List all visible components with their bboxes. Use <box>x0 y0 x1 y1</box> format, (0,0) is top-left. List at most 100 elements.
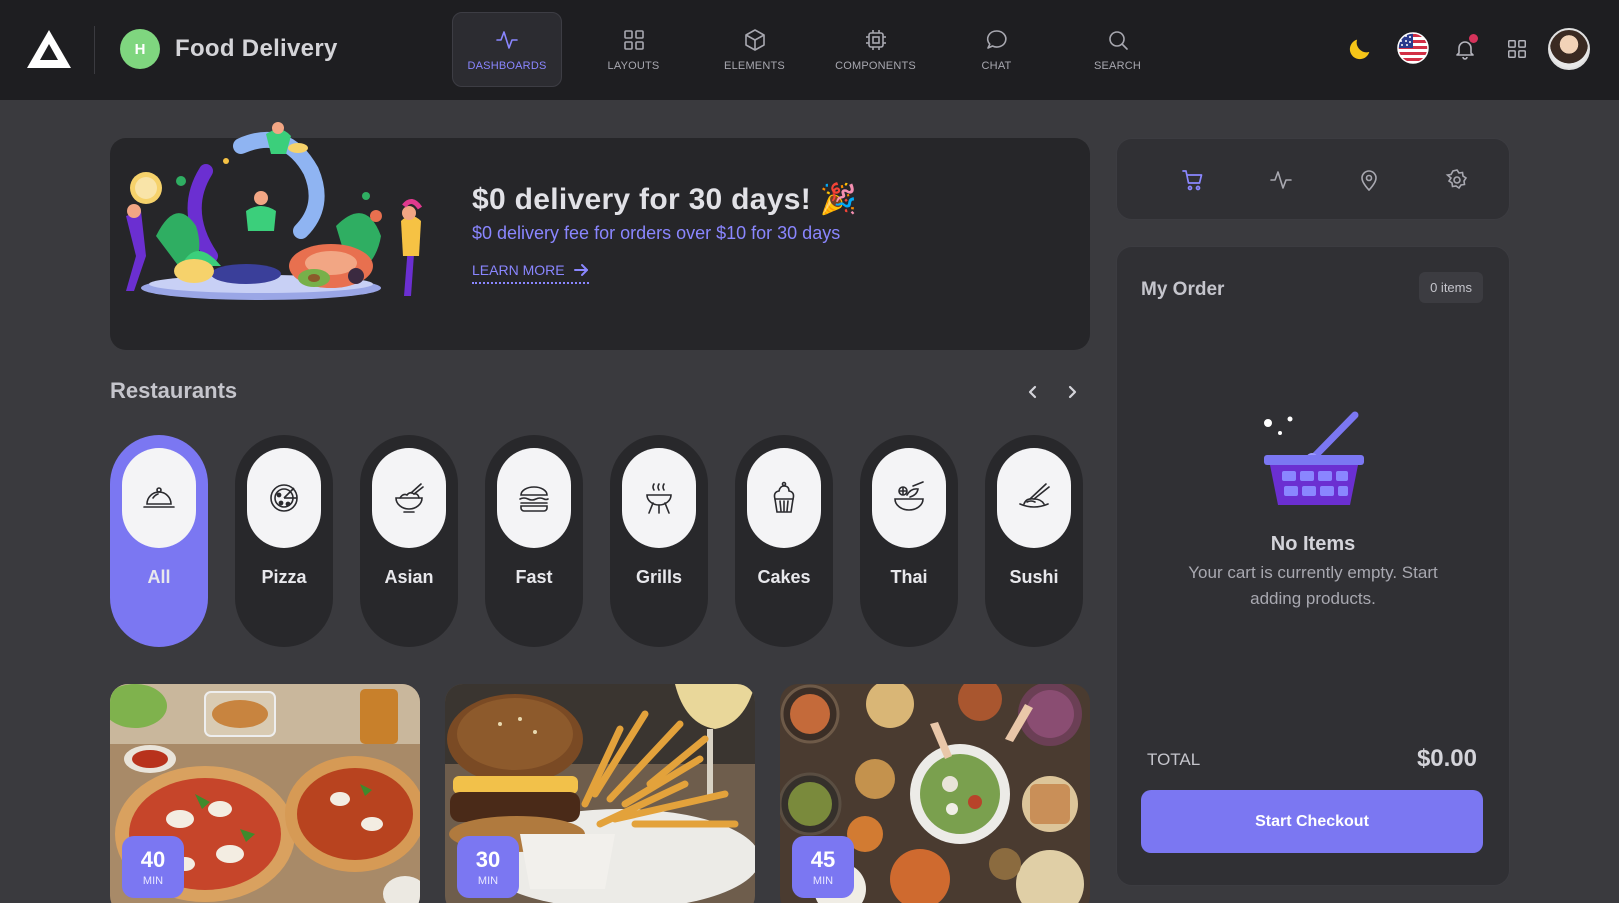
chevron-right-icon <box>1068 385 1077 399</box>
delivery-time-badge: 40 MIN <box>122 836 184 898</box>
total-value: $0.00 <box>1416 745 1477 772</box>
delivery-time-unit: MIN <box>477 875 499 887</box>
app-avatar: H <box>120 29 160 69</box>
category-icon-wrap <box>372 448 446 548</box>
category-label: Fast <box>515 567 553 587</box>
food-card-feast[interactable]: 45 MIN <box>780 684 1090 903</box>
cube-icon <box>744 28 765 51</box>
delivery-time-value: 30 <box>475 847 501 872</box>
chevron-left-icon <box>1028 385 1037 399</box>
food-card-pizza[interactable]: 40 MIN <box>110 684 420 903</box>
banner-subtitle: $0 delivery fee for orders over $10 for … <box>472 223 841 243</box>
sushi-icon <box>1019 483 1050 508</box>
category-icon-wrap <box>497 448 571 548</box>
learn-more-label: LEARN MORE <box>472 262 565 278</box>
category-label: Cakes <box>757 567 811 587</box>
grid-icon <box>623 29 644 50</box>
chat-bubble-icon <box>986 29 1007 49</box>
my-order-panel: My Order 0 items No Items Your cart is c… <box>1116 246 1510 886</box>
empty-cart-title: No Items <box>1270 533 1356 555</box>
items-count-badge: 0 items <box>1419 272 1483 303</box>
nav-label: ELEMENTS <box>724 59 785 72</box>
header-divider <box>94 26 95 74</box>
nav-label: COMPONENTS <box>835 59 916 72</box>
search-icon <box>1108 30 1128 50</box>
category-icon-wrap <box>622 448 696 548</box>
restaurants-title: Restaurants <box>110 378 238 403</box>
category-icon-wrap <box>122 448 196 548</box>
nav-dashboards[interactable]: DASHBOARDS <box>452 12 562 87</box>
category-cakes[interactable]: Cakes <box>735 435 833 647</box>
category-pizza[interactable]: Pizza <box>235 435 333 647</box>
apps-button[interactable] <box>1502 34 1532 64</box>
category-all[interactable]: All <box>110 435 208 647</box>
category-label: All <box>147 567 171 587</box>
start-checkout-button[interactable]: Start Checkout <box>1141 790 1483 853</box>
main-nav: DASHBOARDS LAYOUTS ELEMENTS COMPONENTS C… <box>452 12 1178 87</box>
arrow-right-icon <box>573 264 588 276</box>
food-party-illustration <box>126 122 423 300</box>
category-fast[interactable]: Fast <box>485 435 583 647</box>
delivery-time-value: 40 <box>140 847 166 872</box>
category-list: All Pizza Asian Fast Grills Cakes Thai S… <box>110 435 1083 647</box>
grill-icon <box>646 483 672 514</box>
delivery-time-value: 45 <box>810 847 836 872</box>
learn-more-link[interactable]: LEARN MORE <box>472 262 589 284</box>
food-cloche-icon <box>143 487 175 508</box>
delivery-time-badge: 45 MIN <box>792 836 854 898</box>
banner-title: $0 delivery for 30 days! 🎉 <box>472 183 858 216</box>
side-tab-bar <box>1116 138 1510 220</box>
burger-icon <box>519 486 549 512</box>
pizza-icon <box>270 484 298 512</box>
logo-icon[interactable] <box>25 28 73 70</box>
notification-dot <box>1469 34 1478 43</box>
category-label: Asian <box>384 567 434 587</box>
us-flag-icon <box>1397 32 1429 64</box>
carousel-next-button[interactable] <box>1060 380 1084 404</box>
carousel-prev-button[interactable] <box>1021 380 1045 404</box>
nav-label: LAYOUTS <box>607 59 660 72</box>
nav-chat[interactable]: CHAT <box>936 12 1057 87</box>
category-icon-wrap <box>997 448 1071 548</box>
nav-components[interactable]: COMPONENTS <box>815 12 936 87</box>
category-label: Pizza <box>261 567 307 587</box>
tab-settings[interactable] <box>1443 166 1471 194</box>
map-pin-icon <box>1361 170 1377 192</box>
delivery-time-badge: 30 MIN <box>457 836 519 898</box>
delivery-time-unit: MIN <box>812 875 834 887</box>
moon-icon <box>1349 39 1370 60</box>
dark-mode-toggle[interactable] <box>1345 34 1375 64</box>
rice-bowl-icon <box>395 483 424 513</box>
food-card-burger[interactable]: 30 MIN <box>445 684 755 903</box>
nav-label: CHAT <box>981 59 1012 72</box>
total-label: TOTAL <box>1147 750 1201 769</box>
cart-icon <box>1182 170 1203 191</box>
notifications-button[interactable] <box>1450 34 1480 64</box>
cupcake-icon <box>773 481 795 513</box>
user-avatar[interactable] <box>1548 28 1590 70</box>
category-icon-wrap <box>747 448 821 548</box>
nav-layouts[interactable]: LAYOUTS <box>573 12 694 87</box>
tab-cart[interactable] <box>1179 166 1207 194</box>
apps-grid-icon <box>1508 40 1526 58</box>
tab-activity[interactable] <box>1267 166 1295 194</box>
chip-icon <box>865 29 886 50</box>
category-thai[interactable]: Thai <box>860 435 958 647</box>
top-header: H Food Delivery DASHBOARDS LAYOUTS ELEME… <box>0 0 1619 100</box>
delivery-time-unit: MIN <box>142 875 164 887</box>
category-asian[interactable]: Asian <box>360 435 458 647</box>
shopping-basket-icon <box>1264 411 1364 505</box>
category-label: Grills <box>635 567 683 587</box>
language-selector[interactable] <box>1397 32 1429 64</box>
nav-label: SEARCH <box>1093 59 1142 72</box>
gear-icon <box>1445 169 1468 190</box>
nav-search[interactable]: SEARCH <box>1057 12 1178 87</box>
category-grills[interactable]: Grills <box>610 435 708 647</box>
nav-elements[interactable]: ELEMENTS <box>694 12 815 87</box>
app-title: Food Delivery <box>175 35 338 62</box>
category-sushi[interactable]: Sushi <box>985 435 1083 647</box>
category-label: Thai <box>890 567 928 587</box>
tab-location[interactable] <box>1355 166 1383 194</box>
empty-cart-text: Your cart is currently empty. Start addi… <box>1188 563 1438 608</box>
category-label: Sushi <box>1009 567 1059 587</box>
